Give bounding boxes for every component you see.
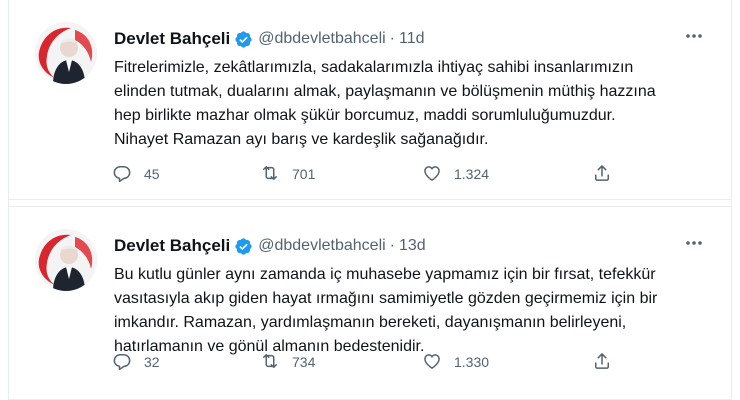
reply-icon: [112, 163, 132, 186]
like-button[interactable]: 1.330: [422, 350, 489, 374]
retweet-button[interactable]: 734: [260, 350, 315, 374]
timestamp[interactable]: 13d: [399, 237, 426, 255]
tweet-text-line: Fitrelerimizle, zekâtlarımızla, sadakala…: [114, 59, 634, 76]
tweet-actions: 32 734 1.330: [109, 350, 629, 374]
retweet-button[interactable]: 701: [260, 162, 315, 186]
like-button[interactable]: 1.324: [422, 162, 489, 186]
reply-icon: [112, 351, 132, 374]
author-handle[interactable]: @dbdevletbahceli: [258, 237, 385, 255]
more-options-icon[interactable]: [681, 26, 707, 46]
retweet-icon: [260, 163, 280, 186]
tweet-text-line: hep birlikte mazhar olmak şükür borcumuz…: [114, 107, 616, 124]
like-count: 1.330: [454, 354, 490, 370]
separator: ·: [389, 237, 395, 254]
reply-count: 45: [144, 166, 160, 182]
timeline: Devlet Bahçeli @dbdevletbahceli · 11d Fi…: [8, 0, 732, 400]
share-button[interactable]: [592, 350, 612, 374]
like-icon: [422, 163, 442, 186]
like-icon: [422, 351, 442, 374]
avatar[interactable]: [35, 22, 97, 84]
author-name[interactable]: Devlet Bahçeli: [114, 236, 230, 256]
verified-badge-icon: [234, 30, 253, 49]
tweet-header: Devlet Bahçeli @dbdevletbahceli · 11d: [114, 27, 691, 51]
tweet-text: Bu kutlu günler aynı zamanda iç muhasebe…: [114, 263, 714, 359]
author-handle[interactable]: @dbdevletbahceli: [258, 30, 385, 48]
author-name[interactable]: Devlet Bahçeli: [114, 29, 230, 49]
reply-count: 32: [144, 354, 160, 370]
verified-badge-icon: [234, 237, 253, 256]
timestamp[interactable]: 11d: [399, 30, 425, 48]
retweet-count: 734: [292, 354, 316, 370]
reply-button[interactable]: 32: [112, 350, 160, 374]
tweet-text-line: vasıtasıyla akıp giden hayat ırmağını sa…: [114, 290, 658, 307]
tweet-text-line: elinden tutmak, dualarını almak, paylaşm…: [114, 83, 656, 100]
tweet[interactable]: Devlet Bahçeli @dbdevletbahceli · 13d Bu…: [9, 206, 731, 400]
retweet-icon: [260, 351, 280, 374]
retweet-count: 701: [292, 166, 316, 182]
more-options-icon[interactable]: [681, 233, 707, 253]
tweet-text-line: Bu kutlu günler aynı zamanda iç muhasebe…: [114, 266, 656, 283]
avatar[interactable]: [35, 229, 97, 291]
tweet[interactable]: Devlet Bahçeli @dbdevletbahceli · 11d Fi…: [9, 0, 731, 200]
share-icon: [592, 163, 612, 186]
tweet-actions: 45 701 1.324: [109, 162, 629, 186]
share-button[interactable]: [592, 162, 612, 186]
tweet-text-line: imkandır. Ramazan, yardımlaşmanın bereke…: [114, 314, 627, 331]
tweet-header: Devlet Bahçeli @dbdevletbahceli · 13d: [114, 234, 691, 258]
reply-button[interactable]: 45: [112, 162, 160, 186]
tweet-text-line: Nihayet Ramazan ayı barış ve kardeşlik s…: [114, 131, 489, 148]
tweet-text: Fitrelerimizle, zekâtlarımızla, sadakala…: [114, 56, 714, 152]
share-icon: [592, 351, 612, 374]
like-count: 1.324: [454, 166, 490, 182]
separator: ·: [389, 30, 395, 47]
